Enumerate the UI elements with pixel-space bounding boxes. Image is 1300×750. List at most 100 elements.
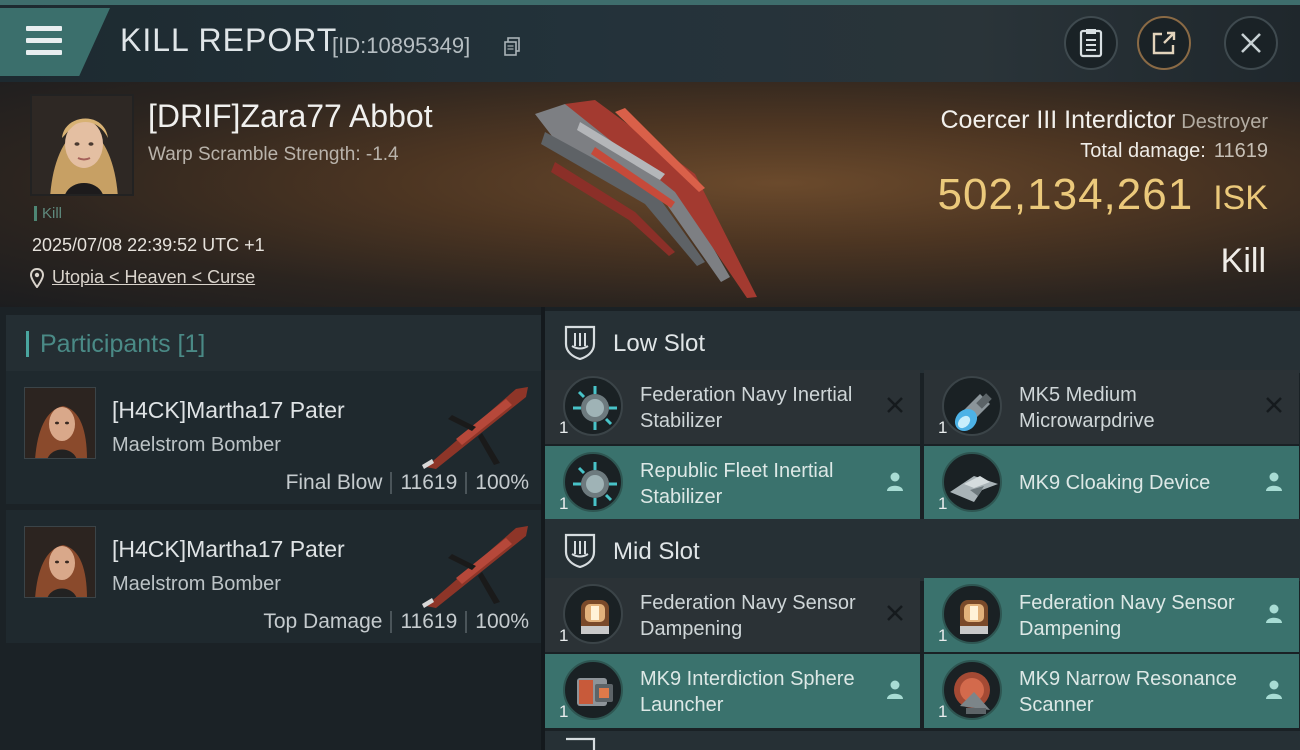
participant-stats: Top Damage 11619 100% xyxy=(263,610,529,634)
participant-row[interactable]: [H4CK]Martha17 Pater Maelstrom Bomber To… xyxy=(6,510,541,643)
module-icon xyxy=(942,584,1002,644)
share-button[interactable] xyxy=(1137,16,1191,70)
shield-icon xyxy=(566,737,596,750)
victim-ship-name[interactable]: Coercer III Interdictor Destroyer xyxy=(940,106,1268,135)
module-item[interactable]: 1 Federation Navy Inertial Stabilizer xyxy=(545,370,920,444)
report-id: [ID:10895349] xyxy=(332,33,471,58)
module-item[interactable]: 1 Republic Fleet Inertial Stabilizer xyxy=(545,446,920,520)
isk-amount: 502,134,261 xyxy=(937,170,1194,219)
mid-slot-header: Mid Slot xyxy=(545,519,1300,581)
module-item[interactable]: 1 MK9 Interdiction Sphere Launcher xyxy=(545,654,920,728)
module-qty: 1 xyxy=(938,418,948,437)
isk-unit: ISK xyxy=(1213,179,1268,217)
participant-name: [H4CK]Martha17 Pater xyxy=(112,397,345,423)
module-name: Federation Navy Inertial Stabilizer xyxy=(640,384,853,432)
ship-name-text: Coercer III Interdictor xyxy=(940,106,1176,134)
victim-subtitle: Warp Scramble Strength: -1.4 xyxy=(148,144,399,165)
copy-icon[interactable] xyxy=(504,37,520,56)
victim-name[interactable]: [DRIF]Zara77 Abbot xyxy=(148,98,433,135)
location-text: Utopia < Heaven < Curse xyxy=(52,267,256,287)
module-name: MK5 Medium Microwarpdrive xyxy=(1019,384,1155,432)
participant-avatar[interactable] xyxy=(24,526,96,598)
module-icon xyxy=(563,376,623,436)
participant-role: Top Damage xyxy=(263,610,383,633)
kill-tag: Kill xyxy=(34,206,62,221)
participant-ship: Maelstrom Bomber xyxy=(112,434,281,456)
module-name: MK9 Cloaking Device xyxy=(1019,472,1211,494)
victim-avatar[interactable] xyxy=(30,94,134,196)
next-slot-header-partial xyxy=(545,731,1300,750)
menu-icon xyxy=(26,26,62,56)
participant-stats: Final Blow 11619 100% xyxy=(286,471,529,495)
destroyed-x-icon xyxy=(887,397,903,413)
module-name: Federation Navy Sensor Dampening xyxy=(640,592,856,640)
module-name: MK9 Narrow Resonance Scanner xyxy=(1019,668,1237,716)
isk-value: 502,134,261 ISK xyxy=(938,170,1269,220)
module-icon xyxy=(942,376,1002,436)
participant-name: [H4CK]Martha17 Pater xyxy=(112,536,345,562)
module-item[interactable]: 1 Federation Navy Sensor Dampening xyxy=(924,578,1299,652)
close-icon xyxy=(1241,33,1261,53)
participant-avatar[interactable] xyxy=(24,387,96,459)
total-damage-label: Total damage: xyxy=(1080,140,1206,162)
victim-banner: [DRIF]Zara77 Abbot Warp Scramble Strengt… xyxy=(0,82,1300,307)
participant-damage: 11619 xyxy=(400,610,458,633)
module-qty: 1 xyxy=(938,702,948,721)
top-stripe xyxy=(0,0,1300,5)
victim-ship-image xyxy=(535,100,757,298)
module-item[interactable]: 1 MK5 Medium Microwarpdrive xyxy=(924,370,1299,444)
ship-class: Destroyer xyxy=(1181,111,1268,133)
page-title: KILL REPORT xyxy=(120,22,338,58)
participants-panel: Participants [1] [H4CK]Martha17 Pater Ma… xyxy=(0,307,541,750)
dropped-person-icon xyxy=(1266,680,1282,699)
module-qty: 1 xyxy=(559,626,569,645)
total-damage-value: 11619 xyxy=(1213,140,1268,162)
participants-title: Participants [1] xyxy=(40,330,206,358)
location-pin-icon xyxy=(30,267,44,288)
participant-row[interactable]: [H4CK]Martha17 Pater Maelstrom Bomber Fi… xyxy=(6,371,541,504)
module-item[interactable]: 1 MK9 Narrow Resonance Scanner xyxy=(924,654,1299,728)
participant-ship: Maelstrom Bomber xyxy=(112,573,281,595)
destroyed-x-icon xyxy=(887,605,903,621)
dropped-person-icon xyxy=(1266,604,1282,623)
participants-header: Participants [1] xyxy=(6,315,541,373)
dropped-person-icon xyxy=(887,472,903,491)
participant-percent: 100% xyxy=(475,610,529,633)
module-name: Republic Fleet Inertial Stabilizer xyxy=(640,460,834,508)
low-slot-title: Low Slot xyxy=(613,330,706,357)
module-icon xyxy=(942,660,1002,720)
low-slot-header: Low Slot xyxy=(545,311,1300,373)
module-item[interactable]: 1 MK9 Cloaking Device xyxy=(924,446,1299,520)
dropped-person-icon xyxy=(1266,472,1282,491)
module-name: MK9 Interdiction Sphere Launcher xyxy=(640,668,855,716)
menu-button[interactable] xyxy=(0,8,110,76)
result-label: Kill xyxy=(1220,242,1266,280)
participant-role: Final Blow xyxy=(285,471,383,494)
clipboard-button[interactable] xyxy=(1064,16,1118,70)
module-name: Federation Navy Sensor Dampening xyxy=(1019,592,1235,640)
module-icon xyxy=(563,452,623,512)
shield-icon xyxy=(564,325,596,360)
module-qty: 1 xyxy=(559,418,569,437)
participant-percent: 100% xyxy=(475,471,529,494)
module-qty: 1 xyxy=(559,702,569,721)
destroyed-x-icon xyxy=(1266,397,1282,413)
top-bar: KILL REPORT [ID:10895349] xyxy=(0,0,1300,82)
dropped-person-icon xyxy=(887,680,903,699)
share-icon xyxy=(1152,31,1176,55)
participant-damage: 11619 xyxy=(400,471,458,494)
location-link[interactable]: Utopia < Heaven < Curse xyxy=(30,267,255,288)
module-icon xyxy=(563,660,623,720)
module-qty: 1 xyxy=(938,626,948,645)
module-item[interactable]: 1 Federation Navy Sensor Dampening xyxy=(545,578,920,652)
shield-icon xyxy=(564,533,596,568)
fitting-panel: Low Slot 1 Federation Navy Inertial Stab… xyxy=(545,307,1300,750)
participant-ship-image xyxy=(422,526,528,608)
clipboard-icon xyxy=(1079,29,1103,58)
module-qty: 1 xyxy=(559,494,569,513)
kill-timestamp: 2025/07/08 22:39:52 UTC +1 xyxy=(32,235,265,255)
close-button[interactable] xyxy=(1224,16,1278,70)
mid-slot-title: Mid Slot xyxy=(613,538,700,565)
participant-ship-image xyxy=(422,387,528,469)
module-icon xyxy=(563,584,623,644)
